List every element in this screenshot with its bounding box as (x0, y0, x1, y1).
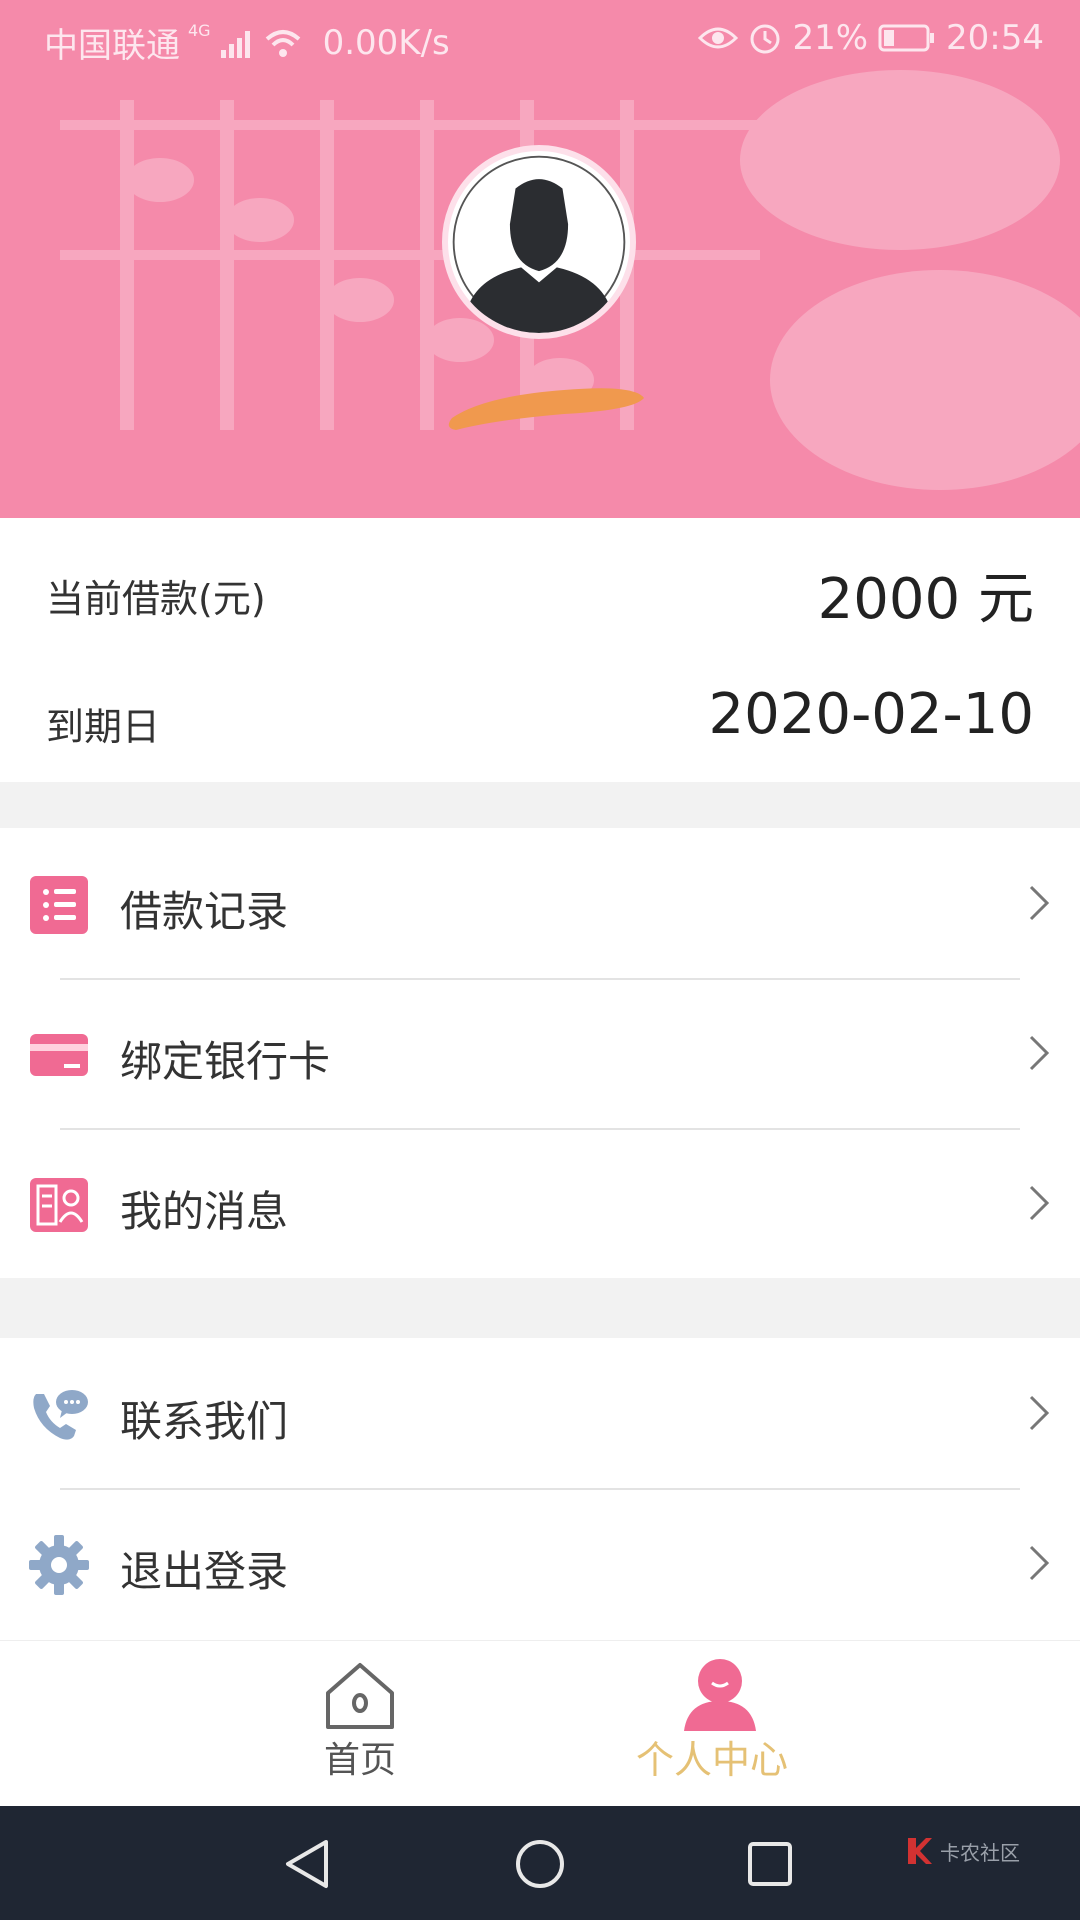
network-type: 4G (188, 21, 211, 40)
chevron-right-icon (1029, 1035, 1050, 1071)
tab-profile[interactable]: 个人中心 (630, 1641, 810, 1807)
menu-label-loan-records: 借款记录 (120, 887, 289, 936)
current-loan-row: 当前借款(元) 2000 元 (0, 524, 1080, 648)
menu-label-my-messages: 我的消息 (120, 1187, 289, 1236)
status-bar: 中国联通 4G 0.00K/s 21% 20:54 (0, 0, 1080, 76)
profile-person-icon (684, 1659, 756, 1731)
bank-card-icon (30, 1034, 88, 1076)
alarm-icon (750, 24, 780, 54)
tab-home-label: 首页 (324, 1740, 397, 1781)
menu-item-my-messages[interactable]: 我的消息 (0, 1130, 1080, 1278)
battery-icon (878, 24, 935, 52)
wifi-icon (265, 29, 300, 57)
eye-icon (698, 27, 739, 49)
carrier-text: 中国联通 (44, 26, 180, 66)
menu-item-bind-bank-card[interactable]: 绑定银行卡 (0, 980, 1080, 1128)
section-gap (0, 782, 1080, 828)
menu-item-logout[interactable]: 退出登录 (0, 1490, 1080, 1638)
tab-profile-label: 个人中心 (636, 1738, 789, 1782)
due-date-label: 到期日 (46, 705, 161, 749)
chevron-right-icon (1029, 1395, 1050, 1431)
kanong-logo-icon (908, 1838, 932, 1864)
avatar[interactable] (442, 145, 636, 339)
menu-label-contact-us: 联系我们 (120, 1397, 289, 1446)
watermark-logo: 卡农社区 (904, 1834, 1020, 1868)
chevron-right-icon (1029, 1545, 1050, 1581)
menu-item-contact-us[interactable]: 联系我们 (0, 1340, 1080, 1488)
due-date-value: 2020-02-10 (708, 682, 1034, 747)
system-navigation-bar: 卡农社区 (0, 1806, 1080, 1920)
bottom-tab-bar: 首页 个人中心 (0, 1640, 1080, 1807)
section-gap (0, 1278, 1080, 1338)
recent-apps-icon[interactable] (746, 1840, 794, 1888)
message-contact-icon (30, 1178, 88, 1232)
username-redacted (448, 388, 644, 430)
gear-icon (29, 1535, 89, 1595)
signal-icon (220, 30, 250, 58)
home-circle-icon[interactable] (514, 1838, 566, 1890)
network-speed: 0.00K/s (322, 22, 450, 63)
menu-label-bind-bank-card: 绑定银行卡 (120, 1037, 331, 1086)
profile-screen: 中国联通 4G 0.00K/s 21% 20:54 当前借款(元) 2000 元… (0, 0, 1080, 1920)
back-icon[interactable] (282, 1838, 332, 1890)
home-icon (326, 1663, 394, 1729)
profile-header: 中国联通 4G 0.00K/s 21% 20:54 (0, 0, 1080, 518)
battery-percent: 21% (792, 18, 869, 58)
current-loan-label: 当前借款(元) (46, 577, 266, 621)
current-loan-value: 2000 元 (817, 567, 1034, 632)
phone-chat-icon (33, 1390, 88, 1440)
default-avatar-icon (452, 155, 626, 333)
list-icon (30, 876, 88, 934)
clock-time: 20:54 (946, 18, 1044, 58)
chevron-right-icon (1029, 885, 1050, 921)
watermark-text: 卡农社区 (940, 1840, 1020, 1865)
due-date-row: 到期日 2020-02-10 (0, 656, 1080, 780)
tab-home[interactable]: 首页 (300, 1641, 420, 1807)
menu-label-logout: 退出登录 (120, 1547, 289, 1596)
menu-item-loan-records[interactable]: 借款记录 (0, 830, 1080, 978)
chevron-right-icon (1029, 1185, 1050, 1221)
